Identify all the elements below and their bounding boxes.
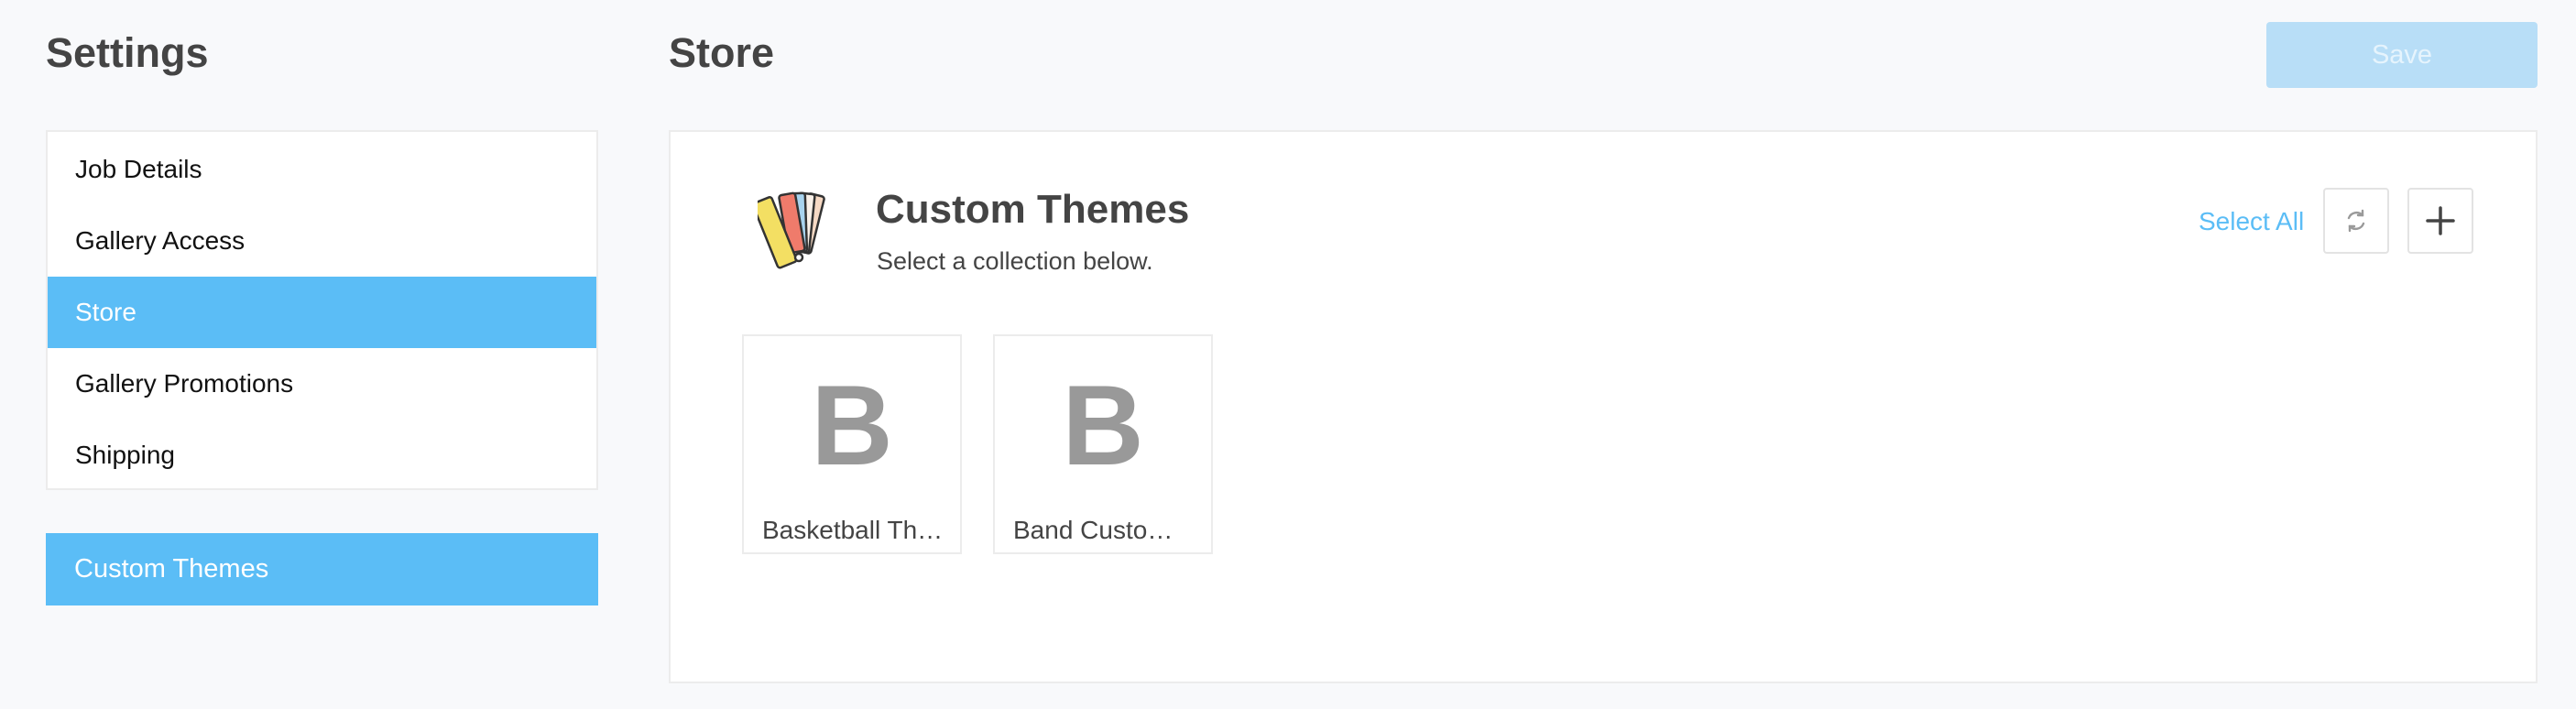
collection-initial: B [1062,363,1144,489]
collection-label: Basketball Th… [762,516,944,544]
sidebar-item-shipping[interactable]: Shipping [48,420,596,491]
settings-nav: Job Details Gallery Access Store Gallery… [46,130,598,490]
collection-label: Band Custo… [1013,516,1173,544]
sidebar-item-job-details[interactable]: Job Details [48,134,596,205]
save-button[interactable]: Save [2266,22,2538,88]
color-swatch-icon [758,191,825,269]
collection-tile[interactable]: B Basketball Th… [742,334,962,554]
refresh-icon [2347,209,2365,233]
plus-icon [2426,206,2455,235]
page-title: Store [669,29,775,76]
collection-initial: B [811,363,893,489]
custom-themes-button[interactable]: Custom Themes [46,533,598,605]
panel-title: Custom Themes [876,187,1190,232]
refresh-button[interactable] [2323,188,2389,254]
settings-title: Settings [46,29,209,76]
collection-tile[interactable]: B Band Custo… [993,334,1213,554]
sidebar-item-gallery-access[interactable]: Gallery Access [48,205,596,277]
sidebar-item-gallery-promotions[interactable]: Gallery Promotions [48,348,596,420]
add-button[interactable] [2407,188,2473,254]
select-all-link[interactable]: Select All [2199,207,2304,236]
panel-subtitle: Select a collection below. [877,247,1153,275]
sidebar-item-store[interactable]: Store [48,277,596,348]
custom-themes-panel: Custom Themes Select a collection below.… [669,130,2538,683]
